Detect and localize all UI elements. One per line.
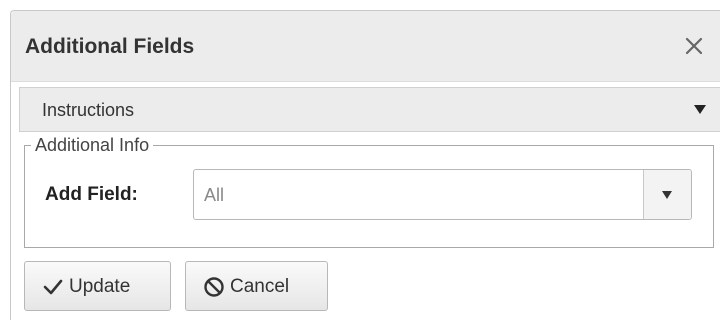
update-button[interactable]: Update <box>24 261 171 311</box>
update-button-label: Update <box>69 276 131 297</box>
close-icon-glyph <box>685 37 703 55</box>
additional-fields-dialog: Additional Fields Instructions Additiona… <box>10 10 720 320</box>
caret-down-icon <box>694 105 706 114</box>
ban-icon <box>204 277 224 297</box>
add-field-label: Add Field: <box>45 184 138 205</box>
caret-down-icon <box>662 191 672 199</box>
instructions-accordion-label: Instructions <box>42 100 135 120</box>
add-field-select-value: All <box>204 185 225 205</box>
cancel-button-label: Cancel <box>230 276 290 297</box>
dialog-title: Additional Fields <box>25 35 195 58</box>
instructions-accordion[interactable]: Instructions <box>19 87 720 132</box>
dialog-titlebar: Additional Fields <box>11 11 720 82</box>
additional-info-legend: Additional Info <box>31 134 154 156</box>
add-field-dropdown-button[interactable] <box>643 170 691 219</box>
cancel-button[interactable]: Cancel <box>185 261 328 311</box>
add-field-select[interactable]: All <box>193 169 692 220</box>
close-icon[interactable] <box>679 31 709 61</box>
checkmark-icon <box>43 279 63 295</box>
